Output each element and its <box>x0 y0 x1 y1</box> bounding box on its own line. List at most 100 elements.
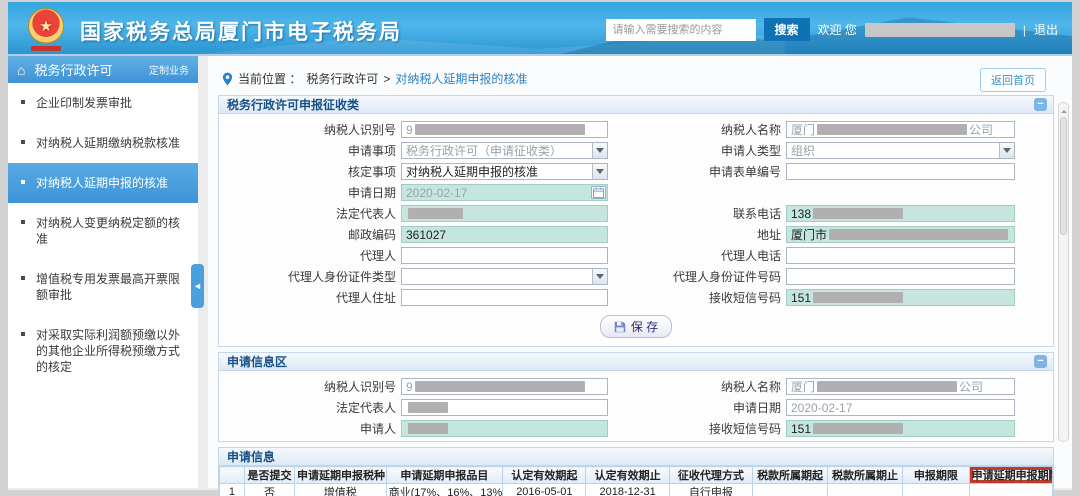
sidebar-item[interactable]: 对纳税人延期缴纳税款核准 <box>8 123 198 163</box>
field-label: 代理人 <box>223 247 401 264</box>
sidebar-menu: 企业印制发票审批对纳税人延期缴纳税款核准对纳税人延期申报的核准对纳税人变更纳税定… <box>8 83 198 387</box>
dropdown-arrow-icon[interactable] <box>999 143 1014 158</box>
save-button[interactable]: 保 存 <box>600 315 672 338</box>
sidebar-item[interactable]: 对采取实际利润额预缴以外的其他企业所得税预缴方式的核定 <box>8 315 198 387</box>
dropdown-arrow-icon[interactable] <box>592 143 607 158</box>
redacted-value <box>408 208 463 219</box>
text-input[interactable] <box>786 268 1015 285</box>
column-header: 税款所属期起 <box>753 467 828 484</box>
field-value: 厦门 <box>791 378 815 395</box>
form-cell: 申请表单编号 <box>636 163 1049 180</box>
select-input[interactable]: 对纳税人延期申报的核准 <box>401 163 608 180</box>
collapse-section-icon[interactable]: − <box>1034 355 1047 368</box>
form-row: 代理人住址接收短信号码151 <box>223 287 1049 308</box>
text-input[interactable]: 9 <box>401 121 608 138</box>
field-value: 151 <box>791 291 811 305</box>
search-input[interactable] <box>606 19 756 41</box>
text-input[interactable] <box>786 247 1015 264</box>
welcome-text: 欢迎 您 <box>818 21 857 38</box>
form-row: 纳税人识别号9纳税人名称厦门公司 <box>223 376 1049 397</box>
site-title: 国家税务总局厦门市电子税务局 <box>80 16 402 46</box>
search-button[interactable]: 搜索 <box>764 18 810 41</box>
column-header: 申请延期申报税种 <box>294 467 386 484</box>
select-input[interactable] <box>401 268 608 285</box>
sidebar: ⌂ 税务行政许可 定制业务 企业印制发票审批对纳税人延期缴纳税款核准对纳税人延期… <box>8 56 198 488</box>
text-input[interactable]: 9 <box>401 378 608 395</box>
column-header: 申请延期申报品目 <box>386 467 503 484</box>
section-header: 申请信息区 − <box>219 353 1053 371</box>
table-cell <box>828 484 903 496</box>
text-input[interactable] <box>401 247 608 264</box>
field-value: 138 <box>791 207 811 221</box>
form-grid: 纳税人识别号9纳税人名称厦门公司法定代表人申请日期2020-02-17申请人接收… <box>219 371 1053 441</box>
text-input[interactable]: 厦门公司 <box>786 378 1015 395</box>
text-input[interactable] <box>401 399 608 416</box>
dropdown-triangle <box>596 148 604 157</box>
field-value: 2020-02-17 <box>406 186 467 200</box>
field-label: 纳税人识别号 <box>223 378 401 395</box>
bullet-icon <box>21 220 25 224</box>
sidebar-title: 税务行政许可 <box>34 60 149 79</box>
text-input[interactable] <box>401 205 608 222</box>
custom-business-link[interactable]: 定制业务 <box>149 62 189 77</box>
sidebar-item-label: 对纳税人延期申报的核准 <box>36 176 168 190</box>
column-header: 征收代理方式 <box>669 467 752 484</box>
text-input[interactable]: 138 <box>786 205 1015 222</box>
select-input[interactable]: 税务行政许可（申请征收类） <box>401 142 608 159</box>
breadcrumb-parent: 税务行政许可 <box>306 70 378 87</box>
text-input[interactable]: 151 <box>786 289 1015 306</box>
form-cell: 纳税人识别号9 <box>223 121 636 138</box>
dropdown-triangle <box>1003 148 1011 157</box>
text-input[interactable] <box>786 163 1015 180</box>
select-input[interactable]: 组织 <box>786 142 1015 159</box>
field-value: 税务行政许可（申请征收类） <box>406 142 562 159</box>
field-label: 接收短信号码 <box>636 420 786 437</box>
field-label: 核定事项 <box>223 163 401 180</box>
calendar-icon[interactable] <box>591 186 606 199</box>
dropdown-arrow-icon[interactable] <box>592 164 607 179</box>
sidebar-item[interactable]: 企业印制发票审批 <box>8 83 198 123</box>
table-cell <box>903 484 970 496</box>
home-icon[interactable]: ⌂ <box>17 63 25 77</box>
table-header-row: 是否提交申请延期申报税种申请延期申报品目认定有效期起认定有效期止征收代理方式税款… <box>220 467 1053 484</box>
text-input[interactable]: 151 <box>786 420 1015 437</box>
sidebar-item[interactable]: 对纳税人变更纳税定额的核准 <box>8 203 198 259</box>
header-divider: | <box>1023 23 1026 37</box>
sidebar-item-label: 对采取实际利润额预缴以外的其他企业所得税预缴方式的核定 <box>36 328 180 374</box>
vertical-scrollbar[interactable] <box>1058 102 1069 442</box>
redacted-value <box>813 423 903 434</box>
form-cell: 接收短信号码151 <box>636 289 1049 306</box>
table-cell: 增值税 <box>294 484 386 496</box>
text-input[interactable] <box>401 289 608 306</box>
table-cell: 2016-05-01 <box>503 484 586 496</box>
field-value: 组织 <box>791 142 815 159</box>
bullet-icon <box>21 180 25 184</box>
breadcrumb: 当前位置 ： 税务行政许可 > 对纳税人延期申报的核准 <box>222 70 1056 87</box>
table-cell: 2018-12-31 <box>586 484 669 496</box>
text-input[interactable] <box>401 420 608 437</box>
text-input[interactable]: 厦门公司 <box>786 121 1015 138</box>
text-input[interactable]: 厦门市 <box>786 226 1015 243</box>
redacted-value <box>408 402 448 413</box>
sidebar-item[interactable]: 对纳税人延期申报的核准 <box>8 163 198 203</box>
vertical-scrollbar-thumb[interactable] <box>1060 117 1067 235</box>
text-input[interactable]: 2020-02-17 <box>786 399 1015 416</box>
breadcrumb-current-link[interactable]: 对纳税人延期申报的核准 <box>395 70 527 87</box>
table-cell <box>969 484 1052 496</box>
logout-link[interactable]: 退出 <box>1034 21 1058 38</box>
collapse-section-icon[interactable]: − <box>1034 98 1047 111</box>
section-title: 申请信息区 <box>227 355 287 369</box>
column-header-highlighted: 申请延期申报期限 <box>969 467 1052 484</box>
back-home-button[interactable]: 返回首页 <box>980 68 1046 92</box>
dropdown-arrow-icon[interactable] <box>592 269 607 284</box>
sidebar-item[interactable]: 增值税专用发票最高开票限额审批 <box>8 259 198 315</box>
username-redacted <box>865 23 1015 37</box>
date-input[interactable]: 2020-02-17 <box>401 184 608 201</box>
section-declaration-form: 税务行政许可申报征收类 − 纳税人识别号9纳税人名称厦门公司申请事项税务行政许可… <box>218 95 1054 347</box>
app-window: ★ 国家税务总局厦门市电子税务局 搜索 欢迎 您 | 退出 ⌂ 税务行政许可 定… <box>8 2 1072 490</box>
scroll-up-arrow-icon[interactable] <box>1061 107 1067 113</box>
sidebar-collapse-handle[interactable]: ◄ <box>191 264 204 308</box>
section-header: 税务行政许可申报征收类 − <box>219 96 1053 114</box>
form-row: 纳税人识别号9纳税人名称厦门公司 <box>223 119 1049 140</box>
text-input[interactable]: 361027 <box>401 226 608 243</box>
